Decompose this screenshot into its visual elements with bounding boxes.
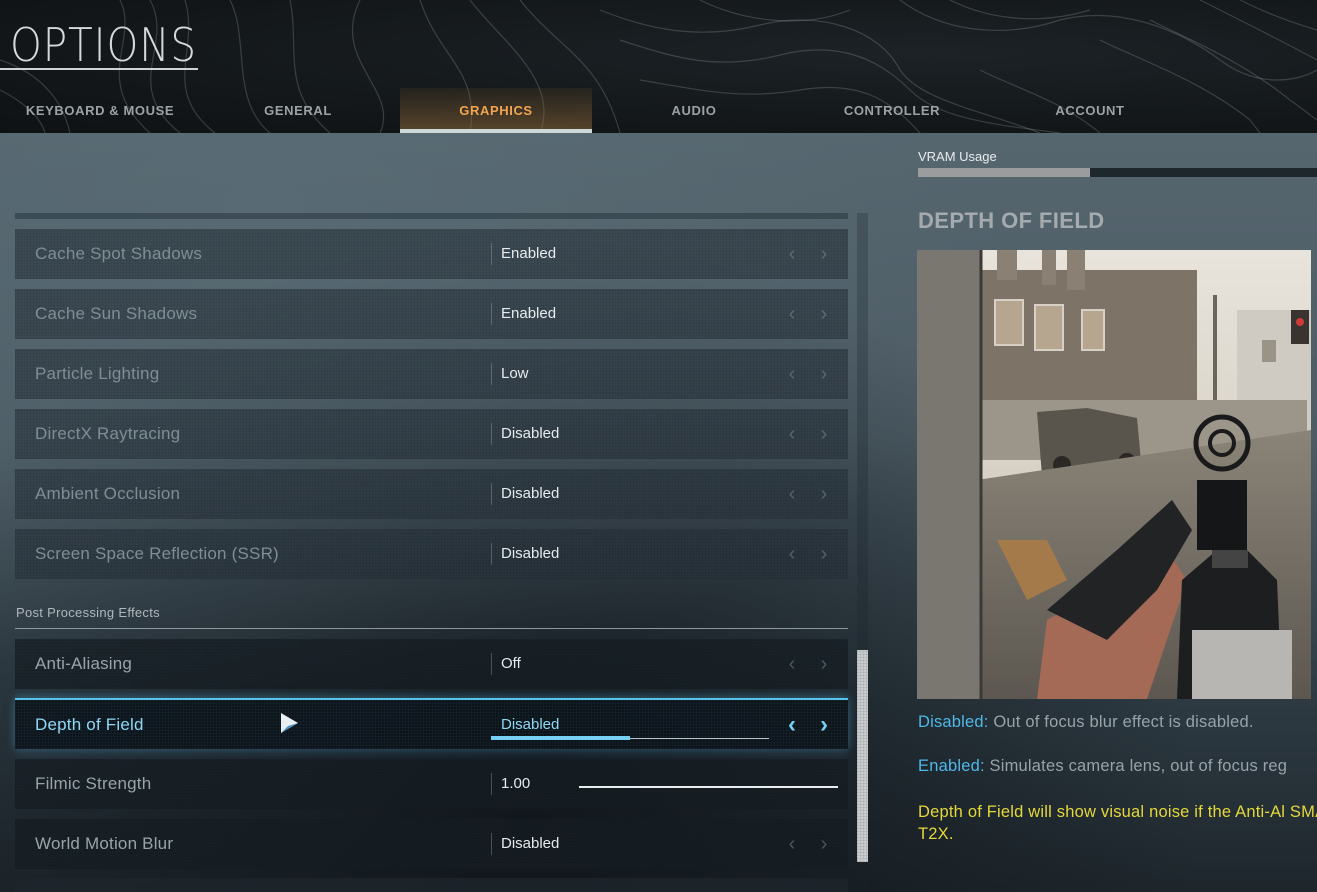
scrollbar-thumb[interactable] [857,650,868,862]
setting-label: World Motion Blur [35,834,174,853]
setting-value: Low [501,365,529,382]
chevron-left-icon[interactable]: ‹ [782,541,802,567]
chevron-left-icon[interactable]: ‹ [782,712,802,738]
divider [491,363,492,385]
divider [491,483,492,505]
chevron-right-icon[interactable]: › [814,301,834,327]
tab-bar: KEYBOARD & MOUSE GENERAL GRAPHICS AUDIO … [0,88,1317,133]
section-header-post-processing: Post Processing Effects [16,605,160,620]
description-disabled: Disabled: Out of focus blur effect is di… [918,713,1254,732]
chevron-left-icon[interactable]: ‹ [782,651,802,677]
tab-audio[interactable]: AUDIO [596,88,792,133]
setting-row-particle-lighting[interactable]: Particle Lighting Low ‹ › [15,349,848,399]
divider [491,543,492,565]
setting-row-directx-raytracing[interactable]: DirectX Raytracing Disabled ‹ › [15,409,848,459]
setting-label: Cache Spot Shadows [35,244,203,263]
divider [491,653,492,675]
setting-row-depth-of-field[interactable]: Depth of Field Disabled ‹ › [15,698,848,749]
chevron-left-icon[interactable]: ‹ [782,421,802,447]
divider [491,303,492,325]
divider [491,833,492,855]
list-row-edge [15,878,848,892]
chevron-left-icon[interactable]: ‹ [782,301,802,327]
preview-scene [917,250,1311,699]
page-title: OPTIONS [10,18,197,72]
filmic-strength-slider[interactable] [579,786,838,788]
setting-value: Disabled [501,716,560,733]
setting-row-ssr[interactable]: Screen Space Reflection (SSR) Disabled ‹… [15,529,848,579]
vram-usage-fill [918,168,1090,177]
chevron-left-icon[interactable]: ‹ [782,361,802,387]
setting-value: Disabled [501,485,560,502]
option-progress-fill [491,736,630,740]
setting-label: Ambient Occlusion [35,484,181,503]
setting-label: Filmic Strength [35,774,152,793]
setting-row-filmic-strength[interactable]: Filmic Strength 1.00 [15,759,848,809]
setting-row-ambient-occlusion[interactable]: Ambient Occlusion Disabled ‹ › [15,469,848,519]
setting-label: Anti-Aliasing [35,654,133,673]
description-enabled: Enabled: Simulates camera lens, out of f… [918,757,1287,776]
setting-row-world-motion-blur[interactable]: World Motion Blur Disabled ‹ › [15,819,848,869]
setting-label: Depth of Field [35,715,144,734]
setting-label: DirectX Raytracing [35,424,181,443]
chevron-right-icon[interactable]: › [814,241,834,267]
setting-value: Enabled [501,245,557,262]
info-title: DEPTH OF FIELD [918,208,1105,233]
setting-row-cache-spot-shadows[interactable]: Cache Spot Shadows Enabled ‹ › [15,229,848,279]
chevron-right-icon[interactable]: › [814,481,834,507]
setting-value: Disabled [501,545,560,562]
header: OPTIONS KEYBOARD & MOUSE GENERAL GRAPHIC… [0,0,1317,133]
chevron-right-icon[interactable]: › [814,421,834,447]
setting-value: Disabled [501,425,560,442]
section-divider [15,628,848,629]
tab-keyboard-mouse[interactable]: KEYBOARD & MOUSE [0,88,200,133]
tab-general[interactable]: GENERAL [200,88,396,133]
chevron-left-icon[interactable]: ‹ [782,831,802,857]
setting-preview-image [917,250,1311,699]
tab-account[interactable]: ACCOUNT [990,88,1190,133]
chevron-right-icon[interactable]: › [814,361,834,387]
setting-row-anti-aliasing[interactable]: Anti-Aliasing Off ‹ › [15,639,848,689]
setting-label: Screen Space Reflection (SSR) [35,544,279,563]
divider [491,243,492,265]
tab-controller[interactable]: CONTROLLER [792,88,992,133]
tab-graphics[interactable]: GRAPHICS [400,88,592,133]
vram-usage-label: VRAM Usage [918,149,997,164]
chevron-right-icon[interactable]: › [814,712,834,738]
divider [491,423,492,445]
list-row-edge [15,213,848,219]
chevron-right-icon[interactable]: › [814,831,834,857]
setting-label: Cache Sun Shadows [35,304,198,323]
setting-value: 1.00 [501,775,531,792]
setting-label: Particle Lighting [35,364,160,383]
warning-note: Depth of Field will show visual noise if… [918,803,1317,843]
mouse-cursor-icon [281,713,298,733]
setting-row-cache-sun-shadows[interactable]: Cache Sun Shadows Enabled ‹ › [15,289,848,339]
description-text: Simulates camera lens, out of focus reg [984,757,1288,775]
divider [491,773,492,795]
title-underline [0,68,198,70]
setting-value: Off [501,655,521,672]
chevron-left-icon[interactable]: ‹ [782,481,802,507]
chevron-right-icon[interactable]: › [814,651,834,677]
chevron-right-icon[interactable]: › [814,541,834,567]
description-key: Disabled: [918,713,989,731]
setting-value: Enabled [501,305,557,322]
setting-value: Disabled [501,835,560,852]
description-key: Enabled: [918,757,985,775]
description-text: Out of focus blur effect is disabled. [988,713,1254,731]
chevron-left-icon[interactable]: ‹ [782,241,802,267]
